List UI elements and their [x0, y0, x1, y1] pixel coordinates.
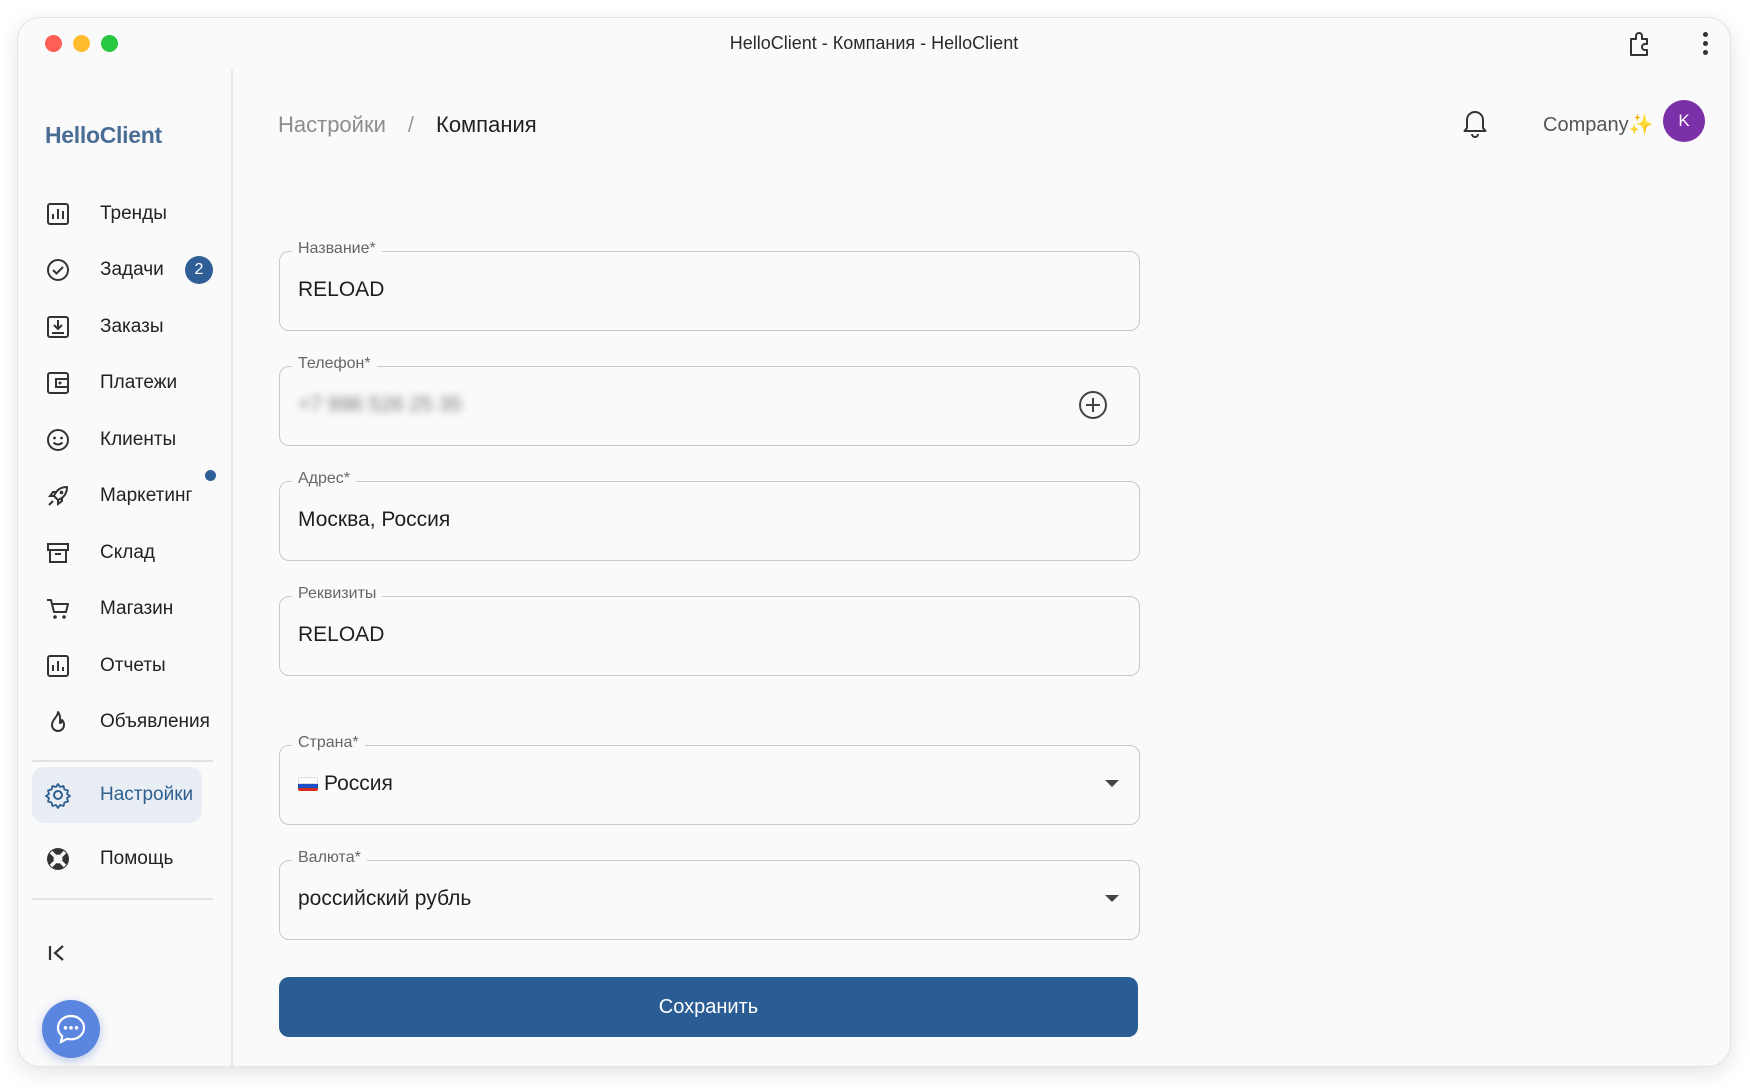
country-select[interactable]: Страна* Россия — [279, 734, 1140, 825]
sidebar-item-label: Маркетинг — [100, 485, 193, 506]
field-label: Валюта* — [292, 849, 367, 867]
dropdown-caret-icon[interactable] — [1105, 780, 1119, 787]
requisites-value[interactable]: RELOAD — [298, 623, 384, 647]
sidebar-item-clients[interactable]: Клиенты — [32, 412, 202, 468]
chat-support-button[interactable] — [42, 1000, 100, 1058]
notification-dot — [205, 470, 216, 481]
currency-select[interactable]: Валюта* российский рубль — [279, 849, 1140, 940]
extension-icon[interactable] — [1626, 30, 1654, 58]
sidebar-item-label: Платежи — [100, 372, 178, 393]
sidebar-item-label: Настройки — [100, 784, 194, 805]
sidebar-item-label: Магазин — [100, 598, 174, 619]
field-label: Название* — [292, 240, 382, 258]
sidebar-item-label: Заказы — [100, 316, 164, 337]
account-label: Company — [1543, 114, 1629, 136]
country-label: Россия — [324, 772, 393, 795]
app-logo: HelloClient — [45, 122, 162, 148]
report-chart-icon — [44, 652, 72, 680]
lifebuoy-icon — [44, 845, 72, 873]
currency-value[interactable]: российский рубль — [298, 887, 471, 911]
breadcrumb-settings[interactable]: Настройки — [278, 112, 386, 137]
sidebar: HelloClient Тренды Задачи 2 Заказы Плате… — [18, 70, 233, 1066]
sidebar-item-label: Тренды — [100, 203, 167, 224]
smile-icon — [44, 426, 72, 454]
sidebar-item-warehouse[interactable]: Склад — [32, 525, 202, 581]
sidebar-item-label: Задачи — [100, 259, 164, 280]
field-label: Реквизиты — [292, 585, 383, 603]
company-name-field[interactable]: Название* RELOAD — [279, 240, 1140, 331]
sidebar-item-orders[interactable]: Заказы — [32, 299, 202, 355]
check-circle-icon — [44, 256, 72, 284]
account-name[interactable]: Company✨ — [1543, 112, 1654, 137]
add-phone-icon[interactable] — [1077, 389, 1109, 421]
sidebar-divider — [32, 760, 213, 762]
sidebar-item-settings[interactable]: Настройки — [32, 767, 202, 823]
sidebar-item-label: Объявления — [100, 711, 210, 732]
main-content: Настройки / Компания Company✨ K Название* … — [233, 70, 1730, 1066]
tasks-count-badge: 2 — [185, 256, 213, 284]
ru-flag-icon — [298, 777, 318, 791]
notifications-bell-icon[interactable] — [1460, 106, 1490, 138]
fire-icon — [44, 708, 72, 736]
gear-icon — [44, 781, 72, 809]
phone-value[interactable]: +7 996 526 25 35 — [298, 393, 462, 417]
sidebar-item-tasks[interactable]: Задачи 2 — [32, 242, 213, 298]
address-value[interactable]: Москва, Россия — [298, 508, 450, 532]
window-title: HelloClient - Компания - HelloClient — [729, 33, 1019, 53]
cart-icon — [44, 595, 72, 623]
sidebar-item-shop[interactable]: Магазин — [32, 581, 202, 637]
sidebar-item-label: Склад — [100, 542, 155, 563]
sidebar-item-ads[interactable]: Объявления — [32, 694, 210, 750]
sparkles-icon: ✨ — [1628, 114, 1654, 136]
requisites-field[interactable]: Реквизиты RELOAD — [279, 585, 1140, 676]
sidebar-item-label: Помощь — [100, 848, 174, 869]
address-field[interactable]: Адрес* Москва, Россия — [279, 470, 1140, 561]
field-label: Страна* — [292, 734, 365, 752]
company-name-value[interactable]: RELOAD — [298, 278, 384, 302]
field-label: Адрес* — [292, 470, 357, 488]
breadcrumb-separator: / — [407, 112, 414, 137]
sidebar-item-label: Клиенты — [100, 429, 177, 450]
chart-icon — [44, 200, 72, 228]
rocket-icon — [44, 482, 72, 510]
sidebar-divider — [32, 898, 213, 900]
more-vertical-icon[interactable] — [1702, 32, 1710, 56]
wallet-icon — [44, 369, 72, 397]
field-label: Телефон* — [292, 355, 377, 373]
download-box-icon — [44, 313, 72, 341]
sidebar-item-marketing[interactable]: Маркетинг — [32, 468, 216, 524]
breadcrumb: Настройки / Компания — [278, 112, 537, 138]
country-value[interactable]: Россия — [298, 772, 393, 796]
title-bar: HelloClient - Компания - HelloClient — [18, 18, 1730, 70]
chat-bubble-icon — [56, 1014, 86, 1045]
collapse-sidebar-icon[interactable] — [45, 941, 69, 965]
app-window: HelloClient - Компания - HelloClient Hel… — [18, 18, 1730, 1066]
archive-icon — [44, 539, 72, 567]
sidebar-item-trends[interactable]: Тренды — [32, 186, 202, 242]
breadcrumb-company: Компания — [436, 112, 537, 137]
sidebar-item-help[interactable]: Помощь — [32, 831, 202, 887]
sidebar-item-label: Отчеты — [100, 655, 166, 676]
sidebar-item-reports[interactable]: Отчеты — [32, 638, 202, 694]
avatar[interactable]: K — [1663, 100, 1705, 142]
phone-field[interactable]: Телефон* +7 996 526 25 35 — [279, 355, 1140, 446]
sidebar-item-payments[interactable]: Платежи — [32, 355, 202, 411]
dropdown-caret-icon[interactable] — [1105, 895, 1119, 902]
save-button[interactable]: Сохранить — [279, 977, 1138, 1037]
